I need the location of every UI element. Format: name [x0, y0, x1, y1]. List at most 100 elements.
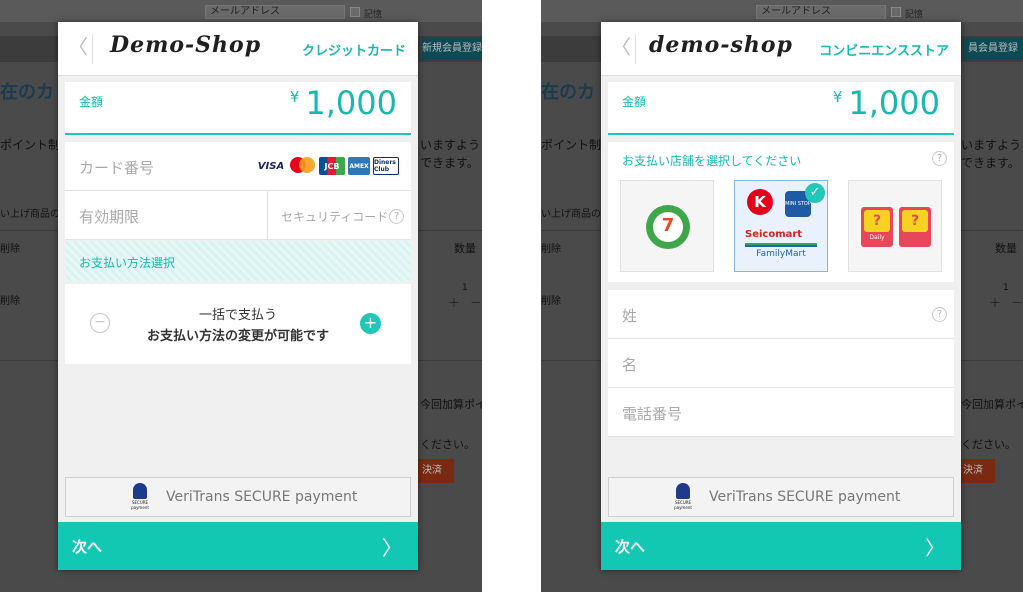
- background-delete-row: 削除: [0, 296, 20, 307]
- background-goods-text: い上げ商品の: [541, 209, 601, 220]
- jcb-icon: JCB: [319, 157, 345, 175]
- secure-lock-icon: SECURE payment: [673, 483, 693, 511]
- daily-label: Daily: [869, 234, 885, 241]
- help-icon[interactable]: ?: [932, 307, 947, 322]
- secure-payment-badge: SECURE payment VeriTrans SECURE payment: [65, 477, 411, 517]
- next-label: 次へ: [615, 538, 646, 556]
- secure-payment-text: VeriTrans SECURE payment: [166, 489, 358, 505]
- payment-select-header: お支払い方法選択: [65, 241, 411, 281]
- back-icon[interactable]: 〈: [68, 35, 88, 59]
- background-delete-col: 削除: [0, 244, 20, 255]
- mastercard-icon: [288, 157, 316, 175]
- currency-symbol: ¥: [289, 88, 300, 106]
- secure-logo-text: SECURE payment: [674, 500, 692, 510]
- shop-logo: demo-shop: [649, 32, 793, 58]
- first-name-field[interactable]: 名: [608, 339, 954, 388]
- next-label: 次へ: [72, 538, 103, 556]
- modal-header: 〈 demo-shop コンビニエンスストア: [601, 22, 961, 76]
- seven-eleven-logo: 7: [646, 205, 690, 249]
- payment-modal: 〈 demo-shop コンビニエンスストア 金額 ¥1,000 お支払い店舗を…: [601, 22, 961, 570]
- security-code-field[interactable]: セキュリティコード: [281, 208, 388, 225]
- store-option-daily-yamazaki[interactable]: ? Daily ?: [848, 180, 942, 272]
- header-divider: [92, 34, 93, 64]
- back-icon[interactable]: 〈: [611, 35, 631, 59]
- field-divider: [267, 191, 268, 240]
- background-request-text-1: いますよう: [961, 138, 1022, 152]
- convenience-store-screen: メールアドレス 記憶 員会員登録 在のカ ポイント制 いますよう できます。 い…: [541, 0, 1023, 592]
- background-request-text-1: いますよう: [420, 138, 481, 152]
- amount-section: 金額 ¥1,000: [608, 82, 954, 135]
- seicomart-logo: Seicomart: [745, 229, 803, 240]
- background-point-text: ポイント制: [541, 138, 602, 152]
- amount-section: 金額 ¥1,000: [65, 82, 411, 135]
- background-points-text: 今回加算ポイ: [420, 398, 482, 411]
- background-request-text-2: できます。: [420, 156, 479, 170]
- circle-k-logo: K: [747, 189, 773, 215]
- payment-option-title: 一括で支払う: [198, 308, 277, 323]
- background-plus: ＋: [989, 296, 1002, 310]
- header-divider: [635, 34, 636, 64]
- background-please-text: ください。: [961, 438, 1016, 451]
- background-email-input: メールアドレス: [205, 5, 345, 19]
- first-name-label: 名: [622, 356, 638, 374]
- phone-field[interactable]: 電話番号: [608, 388, 954, 437]
- background-point-text: ポイント制: [0, 138, 61, 152]
- background-heading: 在のカ: [0, 82, 54, 103]
- background-request-text-2: できます。: [961, 156, 1020, 170]
- check-icon: ✓: [805, 183, 825, 203]
- card-number-label: カード番号: [79, 159, 155, 177]
- background-delete-col: 削除: [541, 244, 561, 255]
- background-register-button: 新規会員登録: [422, 38, 482, 60]
- background-goods-text: い上げ商品の: [0, 209, 60, 220]
- phone-label: 電話番号: [622, 405, 683, 423]
- modal-header: 〈 Demo-Shop クレジットカード: [58, 22, 418, 76]
- expiry-field[interactable]: 有効期限: [79, 206, 139, 227]
- payment-method-title: コンビニエンスストア: [819, 44, 949, 59]
- background-heading: 在のカ: [541, 82, 595, 103]
- plus-icon[interactable]: +: [360, 313, 381, 334]
- expiry-security-row: 有効期限 セキュリティコード ?: [65, 191, 411, 240]
- background-please-text: ください。: [420, 438, 475, 451]
- card-brands: VISA JCB AMEX Diners Club: [257, 157, 399, 175]
- store-select-label: お支払い店舗を選択してください: [622, 154, 802, 168]
- diners-icon: Diners Club: [373, 157, 399, 175]
- daily-yamazaki-logo: ? Daily: [861, 207, 893, 247]
- next-button[interactable]: 次へ 〉: [601, 522, 961, 570]
- background-remember-checkbox: [891, 7, 901, 17]
- card-form: カード番号 VISA JCB AMEX Diners Club 有効期限 セキュ…: [65, 142, 411, 240]
- background-remember-label: 記憶: [364, 10, 383, 20]
- store-selection: お支払い店舗を選択してください ? 7 K MINI STOP ✓ Seicom…: [608, 142, 954, 282]
- store-option-lawson-familymart[interactable]: K MINI STOP ✓ Seicomart FamilyMart: [734, 180, 828, 272]
- amount-value: ¥1,000: [290, 84, 397, 122]
- background-points-text: 今回加算ポイ: [961, 398, 1023, 411]
- secure-payment-badge: SECURE payment VeriTrans SECURE payment: [608, 477, 954, 517]
- yamazaki-logo: ?: [899, 207, 931, 247]
- secure-payment-text: VeriTrans SECURE payment: [709, 489, 901, 505]
- visa-icon: VISA: [257, 160, 285, 172]
- background-minus: －: [470, 296, 482, 310]
- shop-logo: Demo-Shop: [110, 32, 262, 58]
- help-icon[interactable]: ?: [389, 209, 404, 224]
- familymart-stripe: [745, 243, 817, 247]
- secure-lock-icon: SECURE payment: [130, 483, 150, 511]
- background-qty-col: 数量: [995, 242, 1017, 255]
- payment-method-title: クレジットカード: [301, 44, 406, 59]
- background-register-button: 員会員登録: [963, 38, 1023, 60]
- daily-mark: ?: [902, 210, 928, 232]
- background-qty-value: 1: [1003, 283, 1009, 293]
- background-remember-checkbox: [350, 7, 360, 17]
- card-number-field[interactable]: カード番号 VISA JCB AMEX Diners Club: [65, 142, 411, 191]
- store-option-seven-eleven[interactable]: 7: [620, 180, 714, 272]
- last-name-field[interactable]: 姓 ?: [608, 290, 954, 339]
- help-icon[interactable]: ?: [932, 151, 947, 166]
- background-qty-col: 数量: [454, 242, 476, 255]
- amount-label: 金額: [79, 95, 104, 109]
- next-button[interactable]: 次へ 〉: [58, 522, 418, 570]
- payment-select-label: お支払い方法選択: [79, 256, 176, 270]
- secure-logo-text: SECURE payment: [131, 500, 149, 510]
- daily-mark: ?: [864, 210, 890, 232]
- background-delete-row: 削除: [541, 296, 561, 307]
- amount-number: 1,000: [305, 84, 397, 122]
- payment-option: − 一括で支払う お支払い方法の変更が可能です +: [65, 284, 411, 364]
- background-minus: －: [1011, 296, 1023, 310]
